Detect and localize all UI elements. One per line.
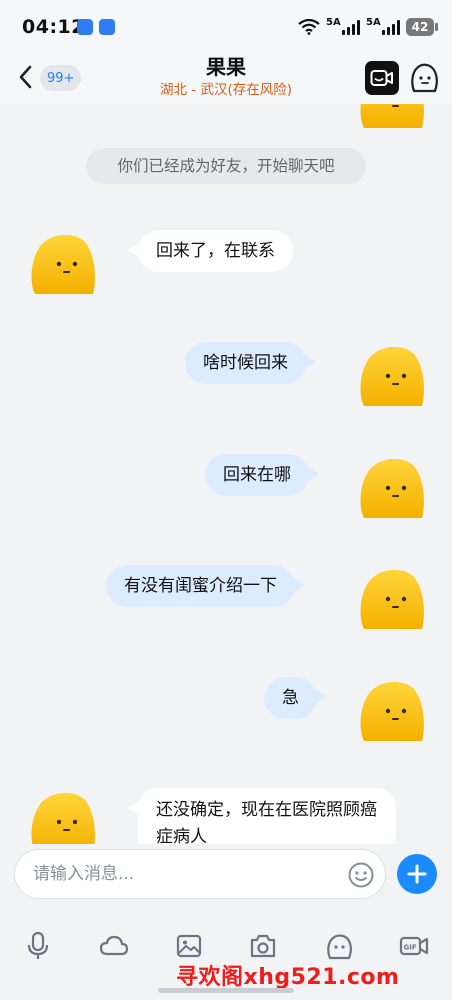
network-type-label: 5A bbox=[326, 17, 341, 28]
signal-icon: 5A bbox=[366, 17, 400, 35]
message-input[interactable] bbox=[14, 849, 386, 899]
wifi-icon bbox=[298, 19, 320, 35]
emoji-button[interactable] bbox=[347, 861, 375, 889]
avatar[interactable] bbox=[356, 104, 426, 130]
gif-button[interactable]: GIF bbox=[396, 928, 432, 964]
battery-icon: 42 bbox=[406, 18, 438, 36]
contact-location: 湖北 - 武汉(存在风险) bbox=[160, 82, 292, 98]
network-type-label: 5A bbox=[366, 17, 381, 28]
message-bubble-outgoing[interactable]: 啥时候回来 bbox=[185, 342, 316, 384]
messages-app-icon bbox=[77, 19, 93, 35]
avatar[interactable] bbox=[356, 342, 426, 408]
status-time: 04:12 bbox=[22, 16, 85, 38]
add-icon bbox=[407, 864, 427, 884]
emoji-icon bbox=[348, 862, 374, 888]
message-bubble-outgoing[interactable]: 急 bbox=[264, 677, 327, 719]
cloud-icon bbox=[99, 935, 129, 956]
avatar[interactable] bbox=[356, 677, 426, 743]
contact-info[interactable]: 果果 湖北 - 武汉(存在风险) bbox=[110, 52, 342, 99]
chat-header: 99+ 果果 湖北 - 武汉(存在风险) bbox=[0, 52, 452, 104]
back-button[interactable] bbox=[14, 62, 40, 92]
message-bubble-incoming[interactable]: 还没确定，现在在医院照顾癌症病人 bbox=[128, 788, 396, 844]
unread-count-badge[interactable]: 99+ bbox=[40, 65, 82, 91]
message-bubble-outgoing[interactable]: 回来在哪 bbox=[205, 454, 319, 496]
voice-button[interactable] bbox=[20, 928, 56, 964]
camera-icon bbox=[250, 934, 276, 958]
avatar[interactable] bbox=[356, 565, 426, 631]
profile-button[interactable] bbox=[408, 61, 440, 95]
battery-level: 42 bbox=[411, 20, 429, 34]
contact-name: 果果 bbox=[206, 55, 246, 79]
svg-text:GIF: GIF bbox=[404, 944, 417, 952]
avatar[interactable] bbox=[356, 454, 426, 520]
profile-icon bbox=[411, 63, 438, 93]
image-icon bbox=[176, 934, 202, 958]
cloud-button[interactable] bbox=[96, 928, 132, 964]
microphone-icon bbox=[27, 931, 49, 959]
input-toolbar: GIF 寻欢阁xhg521.com bbox=[0, 904, 452, 1000]
avatar[interactable] bbox=[27, 230, 97, 296]
signal-icon: 5A bbox=[326, 17, 360, 35]
watermark-text: 寻欢阁xhg521.com bbox=[176, 965, 400, 990]
gif-icon: GIF bbox=[399, 936, 429, 956]
add-button[interactable] bbox=[397, 854, 437, 894]
back-icon bbox=[19, 65, 32, 89]
message-bubble-outgoing[interactable]: 有没有闺蜜介绍一下 bbox=[106, 565, 305, 607]
emoticon-icon bbox=[327, 934, 352, 960]
video-call-button[interactable] bbox=[365, 61, 399, 95]
system-message: 你们已经成为好友，开始聊天吧 bbox=[86, 148, 366, 184]
home-indicator[interactable] bbox=[158, 988, 294, 993]
status-indicators: 5A 5A 42 bbox=[298, 15, 438, 39]
security-app-icon bbox=[99, 19, 115, 35]
status-bar: 04:12 5A 5A 42 bbox=[0, 0, 452, 52]
message-bubble-incoming[interactable]: 回来了，在联系 bbox=[128, 230, 293, 272]
chat-area[interactable]: 你们已经成为好友，开始聊天吧 回来了，在联系 啥时候回来 回来在哪 有没有闺蜜介… bbox=[0, 104, 452, 844]
video-call-icon bbox=[370, 70, 393, 86]
avatar[interactable] bbox=[27, 788, 97, 844]
composer bbox=[0, 844, 452, 904]
